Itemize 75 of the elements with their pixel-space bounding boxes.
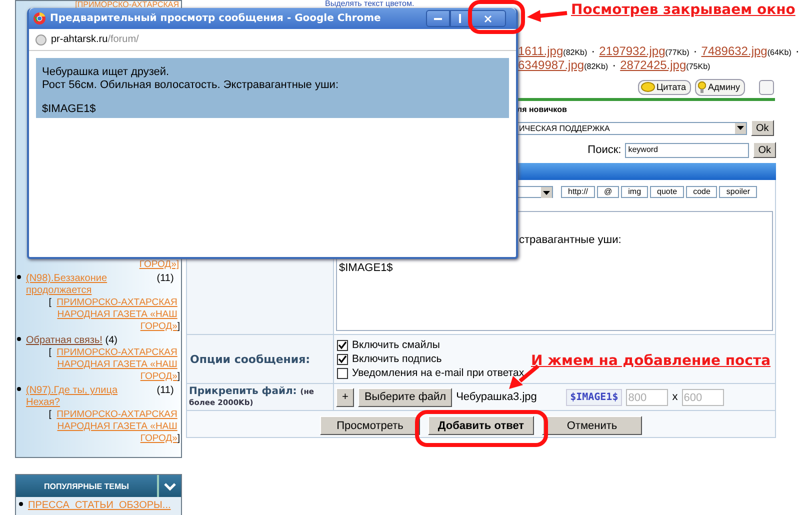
format-button[interactable]: quote: [650, 186, 684, 198]
ok-button[interactable]: Ok: [751, 120, 774, 136]
forum-select[interactable]: ИЧЕСКАЯ ПОДДЕРЖКА: [517, 122, 747, 134]
add-button[interactable]: +: [336, 388, 354, 406]
file-link[interactable]: 7489632.jpg: [701, 44, 768, 58]
format-button[interactable]: spoiler: [719, 186, 757, 198]
topic-count: (11): [156, 273, 174, 284]
bracket: [: [48, 409, 52, 421]
bracket: ]: [177, 321, 180, 333]
file-link[interactable]: 2197932.jpg: [599, 44, 666, 58]
browser-logo-icon: [33, 12, 46, 25]
post-button[interactable]: Админу: [695, 78, 745, 96]
option-label: Уведомления на e-mail при ответах: [352, 367, 524, 379]
file-size: (82Kb): [584, 62, 608, 71]
options-label: Опции сообщения:: [187, 334, 334, 383]
submit-button[interactable]: Добавить ответ: [428, 416, 534, 435]
preview-line: $IMAGE1$: [42, 103, 97, 116]
minimize-button[interactable]: [426, 10, 450, 27]
file-size: (75Kb): [686, 62, 710, 71]
image-tag: $IMAGE1$: [566, 388, 622, 406]
bracket: ]: [177, 433, 180, 445]
annotation-text: Посмотрев закрываем окно: [571, 2, 796, 18]
hint-text: Выделять текст цветом.: [325, 0, 416, 8]
choose-file-button[interactable]: Выберите файл: [358, 388, 452, 406]
close-icon: [484, 14, 492, 22]
annotation-text: И жмем на добавление поста: [531, 353, 771, 369]
panel-title: ПОПУЛЯРНЫЕ ТЕМЫ: [16, 475, 159, 497]
separator-dot: ·: [795, 44, 800, 58]
file-size: (82Kb): [563, 48, 588, 57]
maximize-button[interactable]: [450, 10, 470, 27]
close-button[interactable]: [470, 10, 506, 27]
checkbox[interactable]: [337, 368, 348, 378]
option-label: Включить смайлы: [352, 339, 440, 351]
minimize-icon: [434, 18, 442, 20]
preview-line: Рост 56см. Обильная волосатость. Экстравагантные уши:: [42, 78, 340, 91]
separator-dot: ·: [591, 44, 596, 58]
file-link[interactable]: 2872425.jpg: [620, 58, 686, 72]
format-button[interactable]: @: [597, 186, 620, 198]
times-sign: x: [672, 391, 678, 403]
preview-line: Чебурашка ищет друзей.: [42, 66, 170, 78]
lightbulb-icon: [698, 80, 706, 94]
form-button[interactable]: Просмотреть: [320, 416, 420, 435]
ok-button[interactable]: Ok: [753, 142, 776, 158]
highlight-ring: [468, 0, 525, 34]
forum-label: ля новичков: [517, 105, 568, 115]
speech-bubble-icon: [640, 82, 654, 92]
dropdown-arrow-icon: [543, 190, 550, 194]
separator-dot: ·: [612, 58, 616, 72]
address-url[interactable]: pr-ahtarsk.ru/forum/: [51, 34, 139, 45]
option-label: Включить подпись: [352, 353, 442, 365]
search-label: Поиск:: [588, 144, 622, 156]
separator-dot: ·: [693, 44, 698, 58]
annotation-arrow: [527, 8, 569, 22]
topic-count: (4): [105, 335, 118, 346]
file-size: (64Kb): [767, 48, 792, 57]
window-title: Предварительный просмотр сообщения - Google Chrome: [50, 13, 382, 24]
file-link[interactable]: 6349987.jpg: [518, 58, 584, 72]
checkbox[interactable]: [337, 354, 348, 364]
format-button[interactable]: img: [621, 186, 648, 198]
file-link[interactable]: 1611.jpg: [518, 44, 564, 58]
dropdown-arrow-icon: [737, 126, 744, 130]
post-button[interactable]: Цитата: [638, 80, 692, 94]
bracket: [: [48, 297, 52, 309]
globe-icon: [35, 34, 47, 46]
bracket: [: [48, 347, 52, 359]
checkbox[interactable]: [337, 340, 348, 350]
topic-count: (11): [156, 385, 174, 396]
form-button[interactable]: Отменить: [542, 416, 642, 435]
file-size: (77Kb): [665, 48, 690, 57]
format-button[interactable]: http://: [561, 186, 596, 198]
search-field[interactable]: keyword: [625, 142, 750, 158]
format-button[interactable]: code: [686, 186, 718, 198]
topic-link[interactable]: Обратная связь!: [26, 335, 102, 347]
bracket: ]: [177, 371, 180, 383]
file-name: Чебурашка3.jpg: [456, 391, 538, 403]
